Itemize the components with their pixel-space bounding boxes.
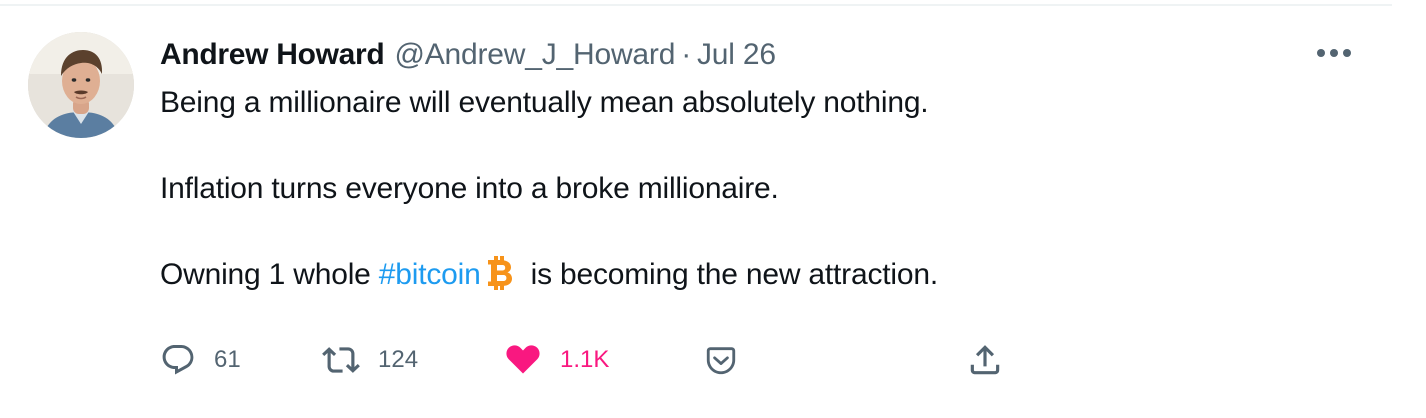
more-button[interactable] <box>1312 38 1356 68</box>
tweet-text: Being a millionaire will eventually mean… <box>160 82 1340 296</box>
retweet-button[interactable]: 124 <box>322 336 418 384</box>
tweet-date[interactable]: Jul 26 <box>697 36 776 74</box>
tweet-actions: 61 124 1.1K <box>160 336 1060 384</box>
user-avatar-icon <box>28 32 134 138</box>
tweet-line-3: Owning 1 whole #bitcoin is becoming the … <box>160 254 1340 296</box>
reply-button[interactable]: 61 <box>160 336 241 384</box>
tweet-header: Andrew Howard @Andrew_J_Howard · Jul 26 <box>160 36 776 74</box>
user-handle[interactable]: @Andrew_J_Howard <box>394 36 675 74</box>
tweet-line-2: Inflation turns everyone into a broke mi… <box>160 172 779 205</box>
heart-icon <box>506 345 540 374</box>
tweet-line-1: Being a millionaire will eventually mean… <box>160 86 929 119</box>
like-count: 1.1K <box>560 346 610 373</box>
tip-icon <box>706 347 736 375</box>
display-name[interactable]: Andrew Howard <box>160 36 385 74</box>
reply-icon <box>162 345 194 375</box>
reply-count: 61 <box>214 346 241 373</box>
retweet-count: 124 <box>378 346 419 373</box>
like-button[interactable]: 1.1K <box>504 336 609 384</box>
separator-dot: · <box>681 38 691 71</box>
share-button[interactable] <box>966 336 1004 384</box>
top-divider <box>0 4 1392 6</box>
bitcoin-icon <box>485 254 515 304</box>
retweet-icon <box>322 347 360 373</box>
tweet-page: Andrew Howard @Andrew_J_Howard · Jul 26 … <box>0 0 1426 418</box>
tip-button[interactable] <box>704 336 738 384</box>
tweet-line-3-end: is becoming the new attraction. <box>530 258 939 291</box>
share-icon <box>970 345 1000 375</box>
more-icon <box>1317 49 1351 57</box>
avatar[interactable] <box>28 32 134 138</box>
hashtag-link[interactable]: #bitcoin <box>379 258 481 291</box>
tweet-line-3-start: Owning 1 whole <box>160 258 379 291</box>
